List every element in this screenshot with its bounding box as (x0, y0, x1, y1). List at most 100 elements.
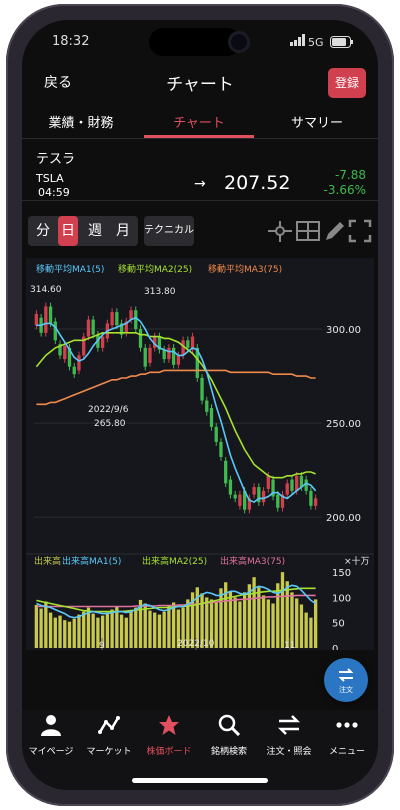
candle-body (186, 340, 190, 348)
chart-svg[interactable]: 移動平均MA1(5) 移動平均MA2(25) 移動平均MA3(75) 300.00 25… (26, 258, 374, 655)
candle-body (233, 494, 237, 499)
nav-bar: 戻る チャート 登録 (22, 64, 378, 100)
volume-bar (233, 597, 237, 648)
candle-body (34, 313, 39, 326)
x-tick-label: 9 (99, 641, 105, 650)
volume-bar (153, 612, 157, 648)
tab-summary[interactable]: サマリー (258, 112, 376, 131)
volume-bar (238, 601, 242, 648)
candle-body (290, 479, 294, 491)
grid-icon[interactable] (296, 218, 320, 244)
candle-body (200, 377, 204, 401)
price-legend-item: 移動平均MA3(75) (208, 263, 282, 275)
quote-time: 04:59 (38, 186, 70, 199)
volume-bar (280, 572, 285, 648)
volume-tick-label: 0 (332, 644, 338, 650)
volume-bar (44, 601, 48, 648)
more-icon (336, 722, 358, 728)
x-tick-label: 2022/10 (177, 639, 215, 649)
candle-body (53, 321, 57, 341)
candle-body (309, 490, 313, 506)
nav-menu[interactable]: メニュー (318, 714, 376, 757)
candle-body (214, 426, 218, 442)
candle-body (86, 319, 91, 337)
price-tick-label: 300.00 (326, 325, 361, 336)
nav-search-label: 銘柄検索 (210, 747, 247, 757)
nav-board-label: 株価ボード (146, 747, 192, 757)
period-day[interactable]: 日 (58, 216, 78, 246)
volume-bar (148, 610, 152, 648)
candle-body (266, 475, 270, 489)
pencil-icon[interactable] (322, 218, 346, 244)
volume-bar (48, 612, 53, 648)
person-icon (41, 715, 61, 736)
tab-chart[interactable]: チャート (140, 112, 258, 131)
candle-body (148, 347, 152, 363)
volume-bar (63, 620, 67, 648)
candle-body (209, 408, 214, 427)
candle-body (143, 347, 147, 367)
tab-financials[interactable]: 業績・財務 (22, 112, 140, 131)
volume-bar (53, 617, 57, 648)
candle-body (72, 366, 76, 375)
candle-body (162, 349, 166, 360)
volume-bar (309, 617, 313, 648)
fullscreen-icon[interactable] (348, 218, 372, 244)
app-screen: 18:32 5G 戻る チャート 登録 業績・財務 チャート サマリー テスラ … (22, 20, 378, 790)
candle-body (252, 487, 256, 495)
tab-bar: 業績・財務 チャート サマリー (22, 104, 378, 139)
volume-tick-label: 100 (332, 593, 351, 604)
register-button[interactable]: 登録 (328, 68, 366, 98)
signal-icon (290, 34, 306, 50)
home-indicator (132, 778, 268, 783)
volume-bar (58, 615, 62, 648)
volume-legend-item: 出来高 (34, 555, 61, 567)
volume-bar (72, 618, 76, 648)
period-week[interactable]: 週 (82, 216, 108, 246)
nav-market-label: マーケット (86, 747, 132, 757)
nav-order[interactable]: 注文・照会 (260, 714, 318, 757)
nav-market[interactable]: マーケット (80, 714, 138, 757)
volume-bar (261, 595, 266, 648)
crosshair-icon[interactable] (268, 218, 292, 244)
swap-icon (338, 668, 354, 682)
period-minute[interactable]: 分 (30, 216, 56, 246)
price-change: -7.88 (334, 168, 366, 182)
candle-body (224, 460, 228, 484)
volume-bar (110, 609, 114, 648)
x-tick-label: 11 (284, 641, 295, 650)
volume-tick-label: 150 (332, 568, 351, 579)
period-month[interactable]: 月 (110, 216, 136, 246)
candle-body (44, 306, 48, 333)
volume-bar (271, 603, 275, 648)
volume-bar (304, 612, 308, 648)
nav-search[interactable]: 銘柄検索 (200, 714, 258, 757)
stock-header: テスラ TSLA 04:59 → 207.52 -7.88 -3.66% (22, 144, 378, 201)
stock-name: テスラ (36, 152, 76, 167)
nav-menu-label: メニュー (328, 747, 365, 757)
volume-bar (67, 621, 72, 648)
trend-icon (98, 716, 120, 734)
page-title: チャート (166, 75, 234, 95)
stock-ticker: TSLA (36, 172, 64, 185)
volume-bar (214, 601, 218, 648)
status-signal: 5G (308, 36, 324, 49)
technical-button[interactable]: テクニカル (144, 216, 194, 246)
candle-body (48, 306, 53, 324)
volume-bar (157, 614, 162, 648)
search-icon (218, 714, 241, 737)
candle-body (205, 400, 209, 412)
price-legend-item: 移動平均MA2(25) (118, 263, 192, 275)
chart-area[interactable]: 移動平均MA1(5) 移動平均MA2(25) 移動平均MA3(75) 300.00 25… (26, 258, 374, 655)
order-fab[interactable]: 注文 (324, 658, 368, 702)
volume-bar (91, 613, 95, 648)
nav-board[interactable]: 株価ボード (140, 714, 198, 757)
nav-mypage[interactable]: マイページ (22, 714, 80, 757)
candle-body (110, 312, 114, 326)
candle-body (171, 347, 176, 365)
volume-legend-item: 出来高MA1(5) (62, 555, 121, 567)
chart-toolbar: 分 日 週 月 テクニカル (22, 214, 378, 250)
volume-bar (129, 611, 133, 648)
phone-frame: 18:32 5G 戻る チャート 登録 業績・財務 チャート サマリー テスラ … (0, 0, 400, 810)
date-annotation: 2022/9/6 (88, 405, 129, 415)
